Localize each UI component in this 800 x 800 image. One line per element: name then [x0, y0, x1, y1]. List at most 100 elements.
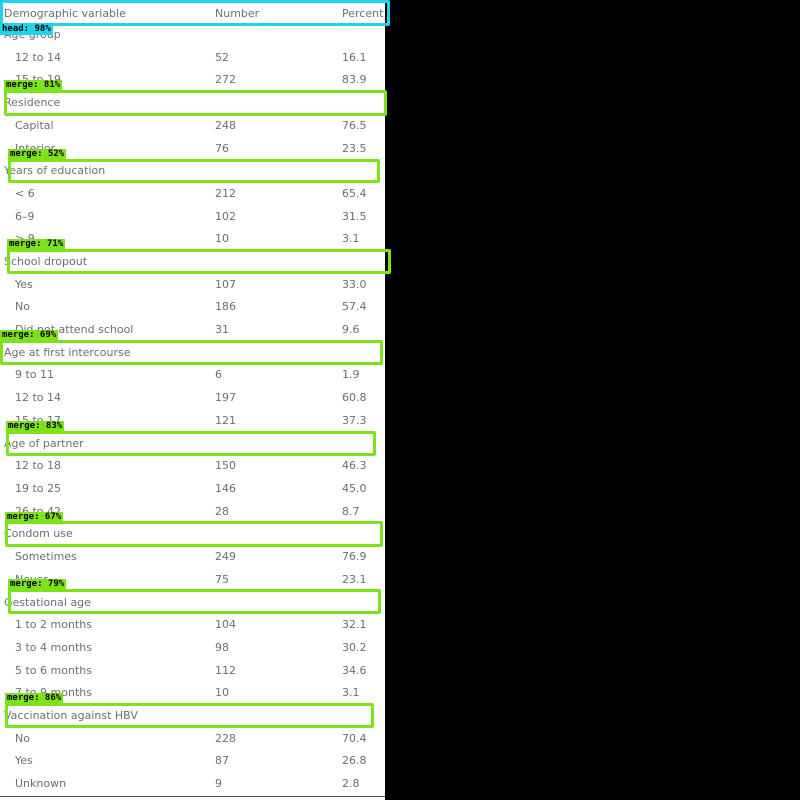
- row-label: 12 to 14: [15, 391, 62, 404]
- section-label: Years of education: [4, 164, 106, 177]
- row-number: 104: [215, 618, 236, 631]
- row-percent: 8.7: [342, 505, 360, 518]
- row-label: 1 to 2 months: [15, 618, 92, 631]
- detection-label: merge: 83%: [6, 421, 65, 432]
- row-percent: 60.8: [342, 391, 367, 404]
- section-label: Age at first intercourse: [4, 346, 131, 359]
- row-label: 5 to 6 months: [15, 664, 92, 677]
- table-row: 5 to 6 months 112 34.6: [0, 660, 385, 682]
- table-bottom-rule: [0, 796, 385, 797]
- row-percent: 34.6: [342, 664, 367, 677]
- section-row: Age of partner: [0, 433, 385, 455]
- detection-label: head: 98%: [0, 24, 53, 35]
- row-number: 197: [215, 391, 236, 404]
- row-number: 31: [215, 323, 229, 336]
- table-row: 1 to 2 months 104 32.1: [0, 614, 385, 636]
- row-number: 6: [215, 368, 222, 381]
- table-row: No 228 70.4: [0, 728, 385, 750]
- row-percent: 37.3: [342, 414, 367, 427]
- header-percent: Percent: [342, 7, 384, 20]
- detection-label: merge: 86%: [5, 693, 64, 704]
- table-row: 19 to 25 146 45.0: [0, 478, 385, 500]
- row-percent: 45.0: [342, 482, 367, 495]
- table-row: 12 to 14 52 16.1: [0, 47, 385, 69]
- row-number: 75: [215, 573, 229, 586]
- detection-label: merge: 79%: [8, 579, 67, 590]
- row-number: 102: [215, 210, 236, 223]
- section-label: School dropout: [4, 255, 88, 268]
- section-row: Condom use: [0, 523, 385, 545]
- section-row: Age at first intercourse: [0, 342, 385, 364]
- row-number: 228: [215, 732, 236, 745]
- row-number: 150: [215, 459, 236, 472]
- row-percent: 83.9: [342, 73, 367, 86]
- section-label: Age of partner: [4, 437, 84, 450]
- row-label: Yes: [15, 278, 33, 291]
- table-row: 6–9 102 31.5: [0, 206, 385, 228]
- row-number: 146: [215, 482, 236, 495]
- table-row: Capital 248 76.5: [0, 115, 385, 137]
- row-percent: 32.1: [342, 618, 367, 631]
- row-number: 87: [215, 754, 229, 767]
- row-percent: 33.0: [342, 278, 367, 291]
- row-label: 3 to 4 months: [15, 641, 92, 654]
- table-row: No 186 57.4: [0, 296, 385, 318]
- row-percent: 16.1: [342, 51, 367, 64]
- row-number: 248: [215, 119, 236, 132]
- row-label: No: [15, 732, 30, 745]
- row-percent: 70.4: [342, 732, 367, 745]
- row-number: 272: [215, 73, 236, 86]
- section-label: Condom use: [4, 527, 73, 540]
- section-row: Vaccination against HBV: [0, 705, 385, 727]
- row-percent: 3.1: [342, 686, 360, 699]
- row-percent: 76.5: [342, 119, 367, 132]
- section-label: Gestational age: [4, 596, 91, 609]
- row-percent: 9.6: [342, 323, 360, 336]
- row-percent: 23.1: [342, 573, 367, 586]
- row-label: No: [15, 300, 30, 313]
- row-number: 28: [215, 505, 229, 518]
- section-label: Residence: [4, 96, 61, 109]
- table-row: Sometimes 249 76.9: [0, 546, 385, 568]
- row-number: 76: [215, 142, 229, 155]
- row-percent: 26.8: [342, 754, 367, 767]
- table-row: Unknown 9 2.8: [0, 773, 385, 795]
- row-number: 10: [215, 686, 229, 699]
- table-row: 12 to 14 197 60.8: [0, 387, 385, 409]
- row-label: 6–9: [15, 210, 35, 223]
- row-number: 249: [215, 550, 236, 563]
- table-row: 12 to 18 150 46.3: [0, 455, 385, 477]
- row-percent: 23.5: [342, 142, 367, 155]
- row-number: 9: [215, 777, 222, 790]
- row-label: Capital: [15, 119, 54, 132]
- table-row: 9 to 11 6 1.9: [0, 364, 385, 386]
- section-row: Gestational age: [0, 592, 385, 614]
- table-row: 3 to 4 months 98 30.2: [0, 637, 385, 659]
- row-number: 212: [215, 187, 236, 200]
- row-label: Yes: [15, 754, 33, 767]
- detection-label: merge: 69%: [0, 330, 59, 341]
- detection-label: merge: 81%: [4, 80, 63, 91]
- detection-label: merge: 67%: [5, 512, 64, 523]
- row-label: 12 to 14: [15, 51, 62, 64]
- section-row: School dropout: [0, 251, 385, 273]
- row-percent: 57.4: [342, 300, 367, 313]
- section-row: Residence: [0, 92, 385, 114]
- row-number: 186: [215, 300, 236, 313]
- row-label: < 6: [15, 187, 35, 200]
- table-header-row: Demographic variable Number Percent: [0, 0, 385, 26]
- row-label: Unknown: [15, 777, 67, 790]
- row-label: Sometimes: [15, 550, 77, 563]
- row-number: 10: [215, 232, 229, 245]
- table-row: Yes 107 33.0: [0, 274, 385, 296]
- row-number: 121: [215, 414, 236, 427]
- row-percent: 2.8: [342, 777, 360, 790]
- row-percent: 46.3: [342, 459, 367, 472]
- row-label: 12 to 18: [15, 459, 62, 472]
- detection-label: merge: 71%: [7, 239, 66, 250]
- section-row: Age group: [0, 24, 385, 46]
- row-percent: 76.9: [342, 550, 367, 563]
- table-row: Yes 87 26.8: [0, 750, 385, 772]
- row-percent: 1.9: [342, 368, 360, 381]
- row-percent: 30.2: [342, 641, 367, 654]
